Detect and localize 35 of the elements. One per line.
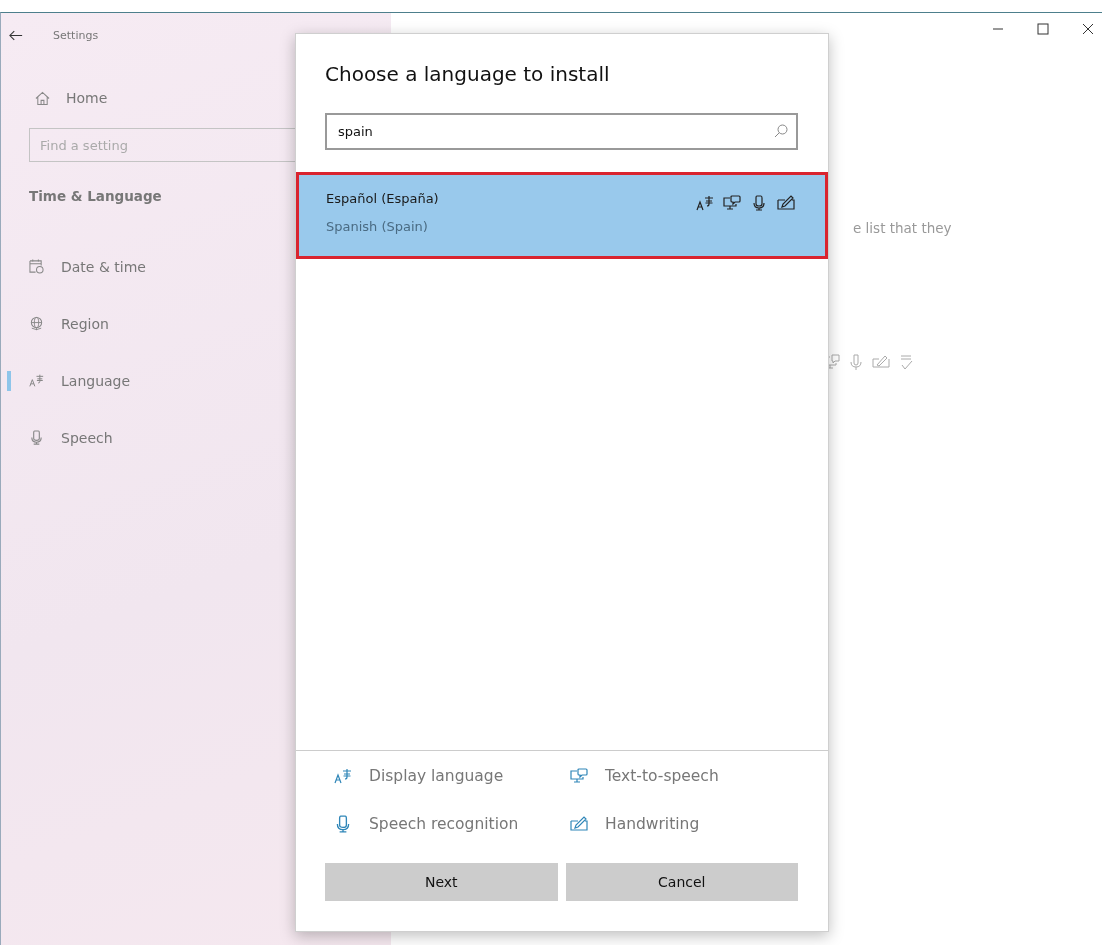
handwriting-icon [777, 195, 795, 211]
handwriting-icon [570, 815, 588, 833]
cancel-button[interactable]: Cancel [565, 863, 798, 901]
legend-label: Handwriting [605, 815, 700, 833]
language-name: Español (España) [326, 191, 439, 206]
display-language-icon [334, 767, 352, 785]
language-list-item[interactable]: Español (España) Spanish (Spain) [296, 172, 828, 259]
calendar-icon [29, 259, 44, 274]
home-icon [35, 90, 50, 106]
microphone-icon [334, 815, 352, 833]
window-title: Settings [53, 28, 99, 42]
language-subtitle: Spanish (Spain) [326, 219, 428, 234]
close-icon[interactable] [1082, 23, 1094, 35]
search-field[interactable]: spain [325, 113, 798, 150]
description-text: e list that they [853, 220, 952, 236]
text-to-speech-icon [723, 195, 741, 211]
display-language-icon [696, 195, 714, 211]
language-icon [29, 373, 44, 388]
sidebar-item[interactable]: Language [1, 352, 391, 409]
maximize-icon[interactable] [1037, 23, 1049, 35]
dialog-title: Choose a language to install [325, 62, 611, 86]
microphone-icon [750, 195, 768, 211]
home-item[interactable]: Home [35, 90, 108, 106]
microphone-icon [29, 430, 44, 445]
back-arrow-icon[interactable] [9, 29, 23, 41]
text-to-speech-icon [570, 767, 588, 785]
legend-label: Speech recognition [369, 815, 519, 833]
globe-icon [29, 316, 44, 331]
search-icon[interactable] [774, 124, 788, 138]
legend-label: Text-to-speech [605, 767, 719, 785]
sidebar-item[interactable]: Region [1, 295, 391, 352]
legend-label: Display language [369, 767, 504, 785]
sidebar-item[interactable]: Speech [1, 409, 391, 466]
section-heading: Time & Language [29, 188, 162, 204]
next-button[interactable]: Next [325, 863, 558, 901]
